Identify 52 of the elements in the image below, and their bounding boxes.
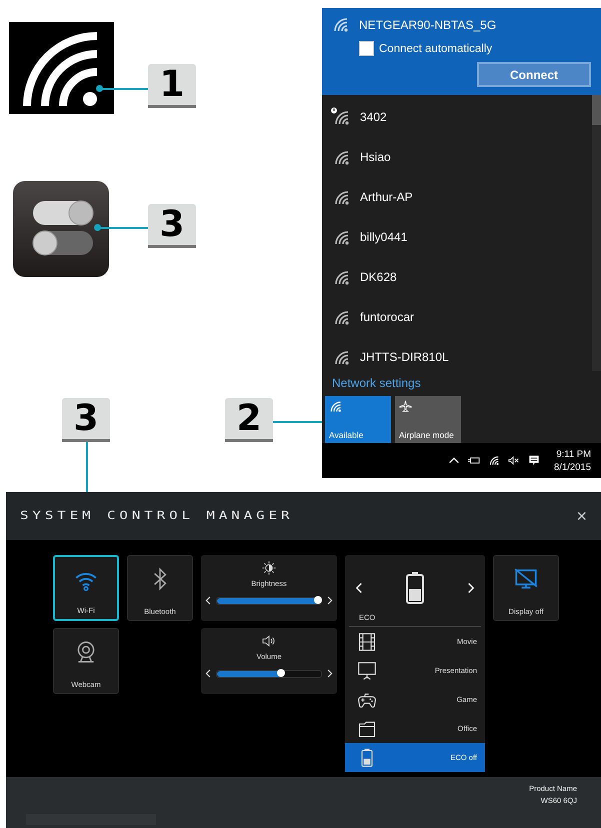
connect-button[interactable]: Connect xyxy=(477,62,591,87)
wifi-icon[interactable] xyxy=(488,455,500,466)
network-name: funtorocar xyxy=(360,310,414,324)
network-name: billy0441 xyxy=(360,230,408,244)
network-name: NETGEAR90-NBTAS_5G xyxy=(359,18,496,32)
network-item[interactable]: funtorocar xyxy=(322,296,601,337)
quick-action-tile[interactable]: Available xyxy=(325,396,391,444)
checkbox[interactable] xyxy=(359,41,374,56)
chevron-left-icon[interactable] xyxy=(205,596,212,605)
brightness-icon xyxy=(261,560,277,576)
network-item[interactable]: 3402 xyxy=(322,96,601,137)
power-plug-icon[interactable] xyxy=(468,455,480,466)
wifi-icon xyxy=(329,400,342,414)
wifi-icon xyxy=(9,22,114,114)
chevron-right-icon[interactable] xyxy=(326,596,333,605)
film-icon xyxy=(357,632,377,652)
network-name: JHTTS-DIR810L xyxy=(360,350,449,364)
speaker-icon xyxy=(261,633,277,649)
network-name: DK628 xyxy=(360,270,397,284)
close-button[interactable]: × xyxy=(576,506,587,526)
selected-network[interactable]: NETGEAR90-NBTAS_5G Connect automatically Connect xyxy=(322,8,601,95)
chevron-left-icon[interactable] xyxy=(355,582,364,594)
checkbox-label: Connect automatically xyxy=(379,42,492,54)
callout-number: 2 xyxy=(225,398,273,442)
wifi-warning-icon xyxy=(330,107,350,126)
chevron-left-icon[interactable] xyxy=(205,669,212,678)
network-name: Hsiao xyxy=(360,150,391,164)
airplane-icon xyxy=(399,400,412,414)
battery-icon xyxy=(405,571,425,605)
chevron-right-icon[interactable] xyxy=(466,582,475,594)
chevron-right-icon[interactable] xyxy=(326,669,333,678)
toggle-switches-icon xyxy=(11,179,111,279)
network-name: Arthur-AP xyxy=(360,190,413,204)
network-item[interactable]: DK628 xyxy=(322,256,601,297)
slider-track[interactable] xyxy=(216,596,322,604)
wifi-icon xyxy=(332,16,349,33)
easel-icon xyxy=(357,660,377,680)
message-icon[interactable] xyxy=(528,455,540,466)
quick-action-tile[interactable]: Airplane mode xyxy=(395,396,461,444)
speaker-muted-icon[interactable] xyxy=(508,455,520,466)
clock-date[interactable]: 8/1/2015 xyxy=(554,460,591,474)
clock-time[interactable]: 9:11 PM xyxy=(556,448,591,461)
slider-track[interactable] xyxy=(216,670,322,678)
network-item[interactable]: billy0441 xyxy=(322,216,601,257)
callout-number: 1 xyxy=(148,64,196,108)
window-title: SYSTEM CONTROL MANAGER xyxy=(20,510,294,522)
callout-number: 3 xyxy=(148,204,196,248)
callout-number: 3 xyxy=(62,398,110,442)
scrollbar[interactable] xyxy=(592,94,601,371)
network-item[interactable]: Arthur-AP xyxy=(322,176,601,217)
network-name: 3402 xyxy=(360,110,387,124)
network-item[interactable]: Hsiao xyxy=(322,136,601,177)
